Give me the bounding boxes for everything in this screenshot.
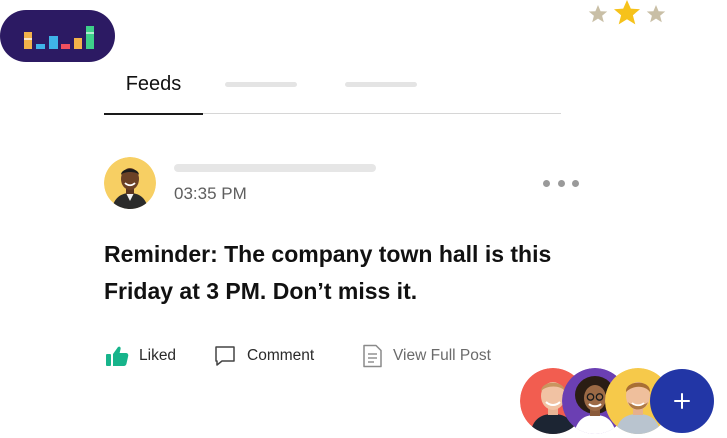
author-name-placeholder [174, 164, 376, 172]
plus-icon [674, 393, 690, 409]
post-text-line: Reminder: The company town hall is this [104, 241, 552, 267]
comment-button[interactable]: Comment [213, 343, 314, 369]
tab-feeds[interactable]: Feeds [104, 66, 203, 102]
bar-chart-logo-icon [24, 26, 94, 49]
view-full-post-label: View Full Post [393, 347, 491, 364]
star-icon[interactable] [614, 0, 640, 25]
active-tab-indicator [104, 113, 203, 115]
comment-icon [215, 346, 235, 366]
star-rating[interactable] [586, 0, 670, 30]
tab-placeholder[interactable] [345, 82, 417, 87]
add-participant-button[interactable] [650, 369, 714, 433]
more-dots-icon [543, 179, 550, 187]
tab-placeholder[interactable] [225, 82, 297, 87]
post-text-line: Friday at 3 PM. Don’t miss it. [104, 278, 418, 304]
document-icon [363, 344, 382, 368]
view-full-post-link[interactable]: View Full Post [361, 343, 491, 369]
star-icon[interactable] [646, 5, 666, 23]
like-button[interactable]: Liked [105, 343, 176, 369]
star-icon[interactable] [588, 5, 608, 23]
brand-logo [0, 10, 115, 62]
author-avatar[interactable] [104, 157, 156, 209]
more-dots-icon [557, 179, 565, 187]
like-label: Liked [139, 347, 177, 364]
person-avatar-icon [104, 157, 156, 209]
more-options-button[interactable] [543, 176, 579, 190]
comment-label: Comment [247, 347, 315, 364]
post-timestamp: 03:35 PM [174, 184, 247, 203]
thumbs-up-icon [106, 346, 129, 366]
post-body: Reminder: The company town hall is this … [104, 236, 584, 310]
more-dots-icon [572, 179, 579, 187]
